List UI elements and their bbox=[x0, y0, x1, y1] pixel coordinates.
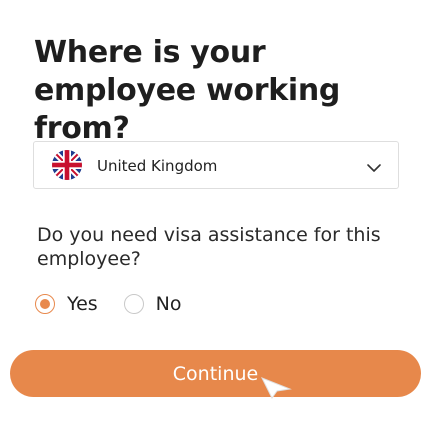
visa-option-yes[interactable]: Yes bbox=[35, 293, 98, 315]
employee-location-form: Where is your employee working from? Uni… bbox=[0, 0, 432, 430]
visa-radio-group: Yes No bbox=[35, 293, 208, 315]
page-title: Where is your employee working from? bbox=[34, 35, 341, 146]
country-selected-value: United Kingdom bbox=[97, 157, 218, 175]
radio-button-no[interactable] bbox=[123, 294, 144, 314]
radio-label-no: No bbox=[155, 293, 182, 315]
radio-button-yes[interactable] bbox=[35, 294, 55, 314]
country-dropdown[interactable]: United Kingdom bbox=[33, 141, 399, 189]
radio-label-yes: Yes bbox=[67, 293, 98, 315]
visa-question: Do you need visa assistance for this emp… bbox=[37, 224, 381, 270]
uk-flag-icon bbox=[52, 150, 82, 180]
continue-button[interactable]: Continue bbox=[10, 350, 421, 397]
visa-option-no[interactable]: No bbox=[123, 293, 182, 315]
mouse-pointer-icon bbox=[260, 376, 294, 400]
chevron-down-icon[interactable] bbox=[366, 159, 382, 172]
